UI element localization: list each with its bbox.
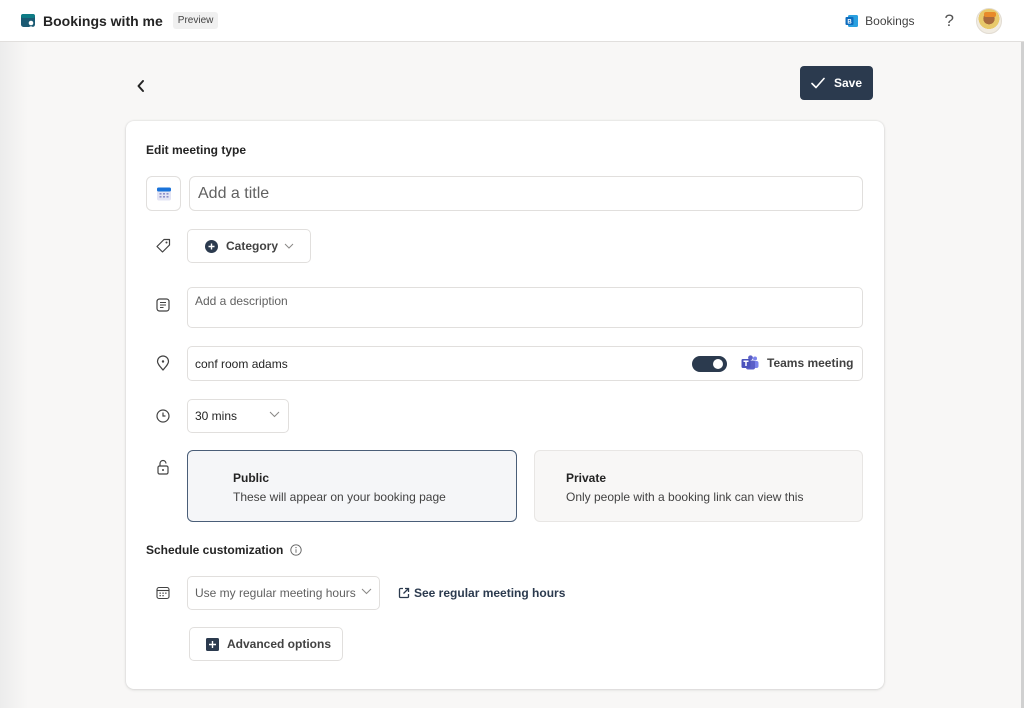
schedule-title: Schedule customization xyxy=(146,543,284,557)
help-icon[interactable]: ? xyxy=(945,11,954,31)
checkmark-icon xyxy=(811,77,825,89)
duration-dropdown[interactable]: 30 mins xyxy=(187,399,289,433)
chevron-down-icon xyxy=(361,588,372,595)
open-external-icon xyxy=(398,587,410,599)
location-input[interactable] xyxy=(195,347,675,380)
chevron-down-icon xyxy=(284,243,294,249)
calendar-icon xyxy=(156,187,171,200)
bookings-link-label: Bookings xyxy=(865,13,915,28)
tag-icon xyxy=(155,238,171,254)
app-title: Bookings with me xyxy=(43,12,163,29)
save-button[interactable]: Save xyxy=(800,66,873,100)
teams-meeting: Teams meeting xyxy=(741,355,853,371)
bookings-icon: B xyxy=(845,14,859,27)
category-dropdown[interactable]: Category xyxy=(187,229,311,263)
teams-meeting-label: Teams meeting xyxy=(767,356,854,370)
description-icon xyxy=(155,297,171,313)
back-button[interactable] xyxy=(132,76,150,96)
svg-text:B: B xyxy=(847,19,852,25)
add-circle-icon xyxy=(205,239,218,253)
avatar[interactable] xyxy=(976,7,1002,34)
visibility-option-public[interactable]: Public These will appear on your booking… xyxy=(187,450,517,522)
advanced-options-button[interactable]: Advanced options xyxy=(189,627,343,661)
add-square-icon xyxy=(206,637,219,651)
public-description: These will appear on your booking page xyxy=(233,490,446,504)
see-regular-meeting-hours-link[interactable]: See regular meeting hours xyxy=(398,586,565,600)
brand: Bookings with me Preview xyxy=(20,12,219,29)
teams-icon xyxy=(741,355,759,370)
location-icon xyxy=(155,355,171,371)
chevron-left-icon xyxy=(137,80,144,92)
category-label: Category xyxy=(226,239,279,253)
teams-meeting-toggle[interactable] xyxy=(692,356,727,372)
chevron-down-icon xyxy=(269,411,280,418)
info-icon[interactable] xyxy=(290,544,303,556)
preview-badge: Preview xyxy=(172,12,219,29)
save-label: Save xyxy=(833,76,863,90)
calendar-schedule-icon xyxy=(155,585,171,601)
meeting-hours-dropdown[interactable]: Use my regular meeting hours xyxy=(187,576,380,610)
bookings-app-link[interactable]: B Bookings xyxy=(845,13,915,28)
title-input[interactable] xyxy=(189,176,863,211)
edit-meeting-type-card: Edit meeting type Category xyxy=(126,121,884,689)
clock-icon xyxy=(155,408,171,424)
public-title: Public xyxy=(233,471,270,485)
meeting-hours-value: Use my regular meeting hours xyxy=(195,586,356,600)
location-field: Teams meeting xyxy=(187,346,863,381)
top-bar: Bookings with me Preview B Bookings ? xyxy=(0,0,1024,42)
private-title: Private xyxy=(566,471,607,485)
see-link-label: See regular meeting hours xyxy=(414,586,566,600)
unlock-icon xyxy=(155,459,171,475)
meeting-icon-picker[interactable] xyxy=(146,176,181,211)
left-edge-shade xyxy=(0,42,28,708)
advanced-options-label: Advanced options xyxy=(227,637,332,651)
section-title: Edit meeting type xyxy=(146,143,247,157)
private-description: Only people with a booking link can view… xyxy=(566,490,804,504)
description-input[interactable] xyxy=(187,287,863,328)
bookings-with-me-logo-icon xyxy=(20,13,36,29)
schedule-customization-heading: Schedule customization xyxy=(146,543,303,557)
visibility-option-private[interactable]: Private Only people with a booking link … xyxy=(534,450,863,522)
duration-value: 30 mins xyxy=(195,409,238,423)
